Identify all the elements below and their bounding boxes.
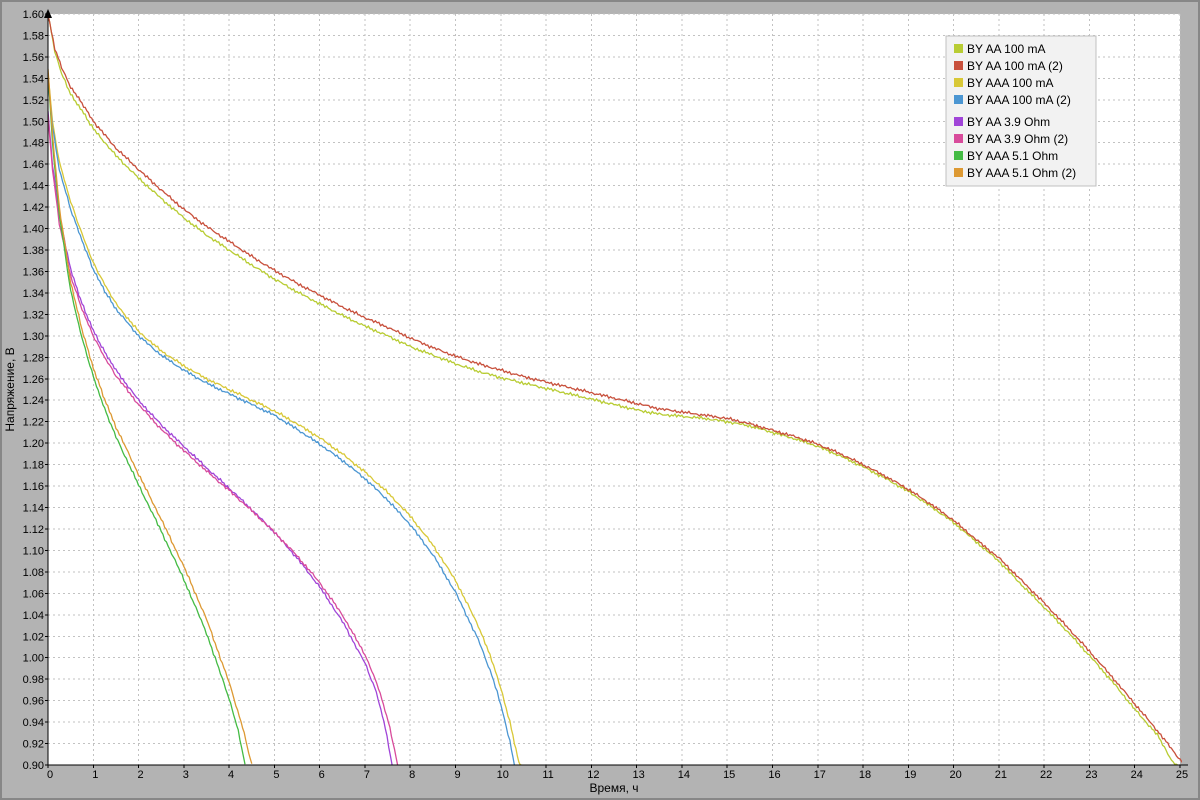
x-tick-label: 2 (137, 769, 143, 781)
y-tick-label: 1.26 (23, 374, 44, 386)
legend-label: BY AAA 100 mA (2) (967, 93, 1071, 107)
x-tick-label: 5 (273, 769, 279, 781)
y-tick-label: 1.42 (23, 202, 44, 214)
y-tick-label: 0.96 (23, 696, 44, 708)
x-tick-label: 0 (47, 769, 53, 781)
y-tick-label: 1.52 (23, 95, 44, 107)
y-tick-label: 1.34 (23, 288, 44, 300)
legend-item-2: BY AA 100 mA (2) (954, 59, 1063, 73)
x-tick-label: 22 (1040, 769, 1052, 781)
y-tick-label: 1.28 (23, 352, 44, 364)
x-tick-label: 10 (497, 769, 509, 781)
x-tick-label: 8 (409, 769, 415, 781)
legend-swatch-icon (954, 151, 963, 160)
y-tick-label: 1.32 (23, 309, 44, 321)
legend: BY AA 100 mA BY AA 100 mA (2) BY AAA 100 m… (945, 35, 1097, 187)
y-tick-label: 0.94 (23, 717, 44, 729)
y-tick-label: 1.12 (23, 524, 44, 536)
legend-swatch-icon (954, 168, 963, 177)
x-tick-label: 13 (633, 769, 645, 781)
legend-item-1: BY AA 100 mA (954, 42, 1046, 56)
x-tick-label: 18 (859, 769, 871, 781)
x-axis-title: Время, ч (589, 781, 638, 795)
x-tick-label: 21 (995, 769, 1007, 781)
y-tick-label: 1.50 (23, 116, 44, 128)
x-tick-label: 15 (723, 769, 735, 781)
y-tick-label: 1.08 (23, 567, 44, 579)
y-tick-label: 0.92 (23, 739, 44, 751)
x-tick-label: 6 (319, 769, 325, 781)
x-tick-label: 23 (1085, 769, 1097, 781)
x-tick-label: 25 (1176, 769, 1188, 781)
y-tick-label: 1.06 (23, 588, 44, 600)
y-tick-label: 1.46 (23, 159, 44, 171)
x-tick-label: 4 (228, 769, 234, 781)
legend-item-6: BY AA 3.9 Ohm (2) (954, 132, 1068, 146)
legend-item-7: BY AAA 5.1 Ohm (954, 149, 1058, 163)
legend-swatch-icon (954, 134, 963, 143)
legend-item-8: BY AAA 5.1 Ohm (2) (954, 166, 1076, 180)
legend-label: BY AAA 5.1 Ohm (967, 149, 1058, 163)
x-tick-label: 16 (768, 769, 780, 781)
y-tick-label: 1.48 (23, 138, 44, 150)
x-tick-label: 7 (364, 769, 370, 781)
legend-item-3: BY AAA 100 mA (954, 76, 1054, 90)
legend-swatch-icon (954, 78, 963, 87)
y-tick-label: 1.60 (23, 9, 44, 21)
legend-swatch-icon (954, 44, 963, 53)
y-tick-label: 1.56 (23, 52, 44, 64)
legend-label: BY AA 3.9 Ohm (2) (967, 132, 1068, 146)
x-tick-label: 3 (183, 769, 189, 781)
legend-label: BY AA 100 mA (967, 42, 1046, 56)
x-tick-label: 14 (678, 769, 690, 781)
x-tick-label: 1 (92, 769, 98, 781)
y-axis-title: Напряжение, В (3, 347, 17, 431)
legend-label: BY AA 100 mA (2) (967, 59, 1063, 73)
y-tick-label: 1.24 (23, 395, 44, 407)
y-tick-label: 1.54 (23, 73, 44, 85)
x-tick-label: 20 (949, 769, 961, 781)
y-tick-label: 1.02 (23, 631, 44, 643)
legend-label: BY AA 3.9 Ohm (967, 115, 1050, 129)
y-tick-label: 1.22 (23, 417, 44, 429)
y-tick-label: 1.14 (23, 503, 44, 515)
legend-swatch-icon (954, 95, 963, 104)
battery-discharge-chart-window: 0.90 0.92 0.94 0.96 0.98 1.00 1.02 1.04 1.06 1.08… (0, 0, 1200, 800)
y-tick-label: 1.36 (23, 266, 44, 278)
y-tick-label: 0.90 (23, 760, 44, 772)
y-tick-label: 1.04 (23, 610, 44, 622)
legend-swatch-icon (954, 61, 963, 70)
y-tick-label: 1.20 (23, 438, 44, 450)
y-tick-label: 1.18 (23, 460, 44, 472)
x-tick-label: 19 (904, 769, 916, 781)
y-tick-label: 1.38 (23, 245, 44, 257)
legend-label: BY AAA 5.1 Ohm (2) (967, 166, 1076, 180)
y-tick-label: 1.30 (23, 331, 44, 343)
x-tick-label: 17 (814, 769, 826, 781)
x-tick-label: 24 (1131, 769, 1143, 781)
y-tick-label: 1.58 (23, 30, 44, 42)
y-tick-label: 0.98 (23, 674, 44, 686)
battery-discharge-chart: 0.90 0.92 0.94 0.96 0.98 1.00 1.02 1.04 1.06 1.08… (2, 2, 1198, 798)
legend-item-4: BY AAA 100 mA (2) (954, 93, 1071, 107)
legend-label: BY AAA 100 mA (967, 76, 1054, 90)
x-tick-label: 11 (542, 769, 553, 781)
x-tick-label: 12 (587, 769, 599, 781)
legend-item-5: BY AA 3.9 Ohm (954, 115, 1050, 129)
y-tick-label: 1.16 (23, 481, 44, 493)
y-tick-label: 1.40 (23, 224, 44, 236)
y-tick-label: 1.00 (23, 653, 44, 665)
y-tick-label: 1.10 (23, 545, 44, 557)
legend-swatch-icon (954, 117, 963, 126)
x-tick-label: 9 (454, 769, 460, 781)
y-tick-label: 1.44 (23, 181, 44, 193)
